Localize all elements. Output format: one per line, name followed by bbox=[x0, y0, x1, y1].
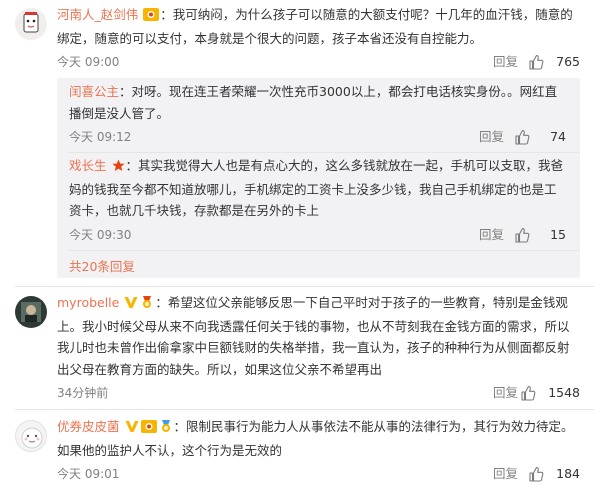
comment-time: 34分钟前 bbox=[57, 386, 109, 400]
like-button[interactable]: 15 bbox=[514, 224, 566, 246]
username-link[interactable]: 优券皮皮菌 bbox=[57, 419, 120, 434]
like-button[interactable]: 74 bbox=[514, 126, 566, 148]
avatar[interactable] bbox=[15, 296, 47, 328]
more-replies-link[interactable]: 共20条回复 bbox=[69, 256, 135, 275]
username-link[interactable]: 戏长生 bbox=[69, 158, 107, 173]
comment-meta: 今天 09:01 回复 184 bbox=[57, 463, 580, 485]
like-button[interactable]: 765 bbox=[528, 51, 580, 73]
avatar[interactable] bbox=[15, 8, 47, 40]
comment-time: 今天 09:01 bbox=[57, 467, 120, 481]
sub-reply-text: 闰喜公主：对呀。现在连王者荣耀一次性充币3000以上，都会打电话核实身份。。网红… bbox=[69, 84, 558, 121]
verified-badge-icon bbox=[143, 6, 160, 28]
reply-button[interactable]: 回复 bbox=[479, 126, 504, 148]
comment-item: 优券皮皮菌 ：限制民事行为能力人从事依法不能从事的法律行为，其行为效力待定。如果… bbox=[0, 410, 594, 492]
sub-reply-item: 戏长生 ：其实我觉得大人也是有点心大的，这么多钱就放在一起，手机可以支取，我爸妈… bbox=[69, 155, 566, 246]
fan-badge-icon bbox=[140, 418, 157, 440]
comment-meta: 今天 09:00 回复 765 bbox=[57, 51, 580, 73]
sub-reply-meta: 今天 09:30 回复 15 bbox=[69, 224, 566, 246]
avatar-photo-icon bbox=[15, 296, 47, 328]
like-count: 1548 bbox=[548, 385, 580, 400]
username-link[interactable]: 河南人_赵剑伟 bbox=[57, 7, 138, 22]
like-button[interactable]: 1548 bbox=[520, 382, 580, 404]
vip-badge-icon bbox=[125, 418, 139, 440]
sub-reply-item: 闰喜公主：对呀。现在连王者荣耀一次性充币3000以上，都会打电话核实身份。。网红… bbox=[69, 81, 566, 148]
like-count: 15 bbox=[550, 226, 566, 242]
medal-badge-icon bbox=[140, 294, 154, 316]
sub-reply-text: 戏长生 ：其实我觉得大人也是有点心大的，这么多钱就放在一起，手机可以支取，我爸妈… bbox=[69, 157, 564, 218]
avatar-face-icon bbox=[21, 427, 43, 449]
star-badge-icon bbox=[111, 157, 125, 179]
like-count: 765 bbox=[556, 54, 580, 69]
like-count: 184 bbox=[556, 466, 580, 481]
divider bbox=[69, 152, 580, 153]
username-link[interactable]: myrobelle bbox=[57, 295, 119, 310]
comment-text: 优券皮皮菌 ：限制民事行为能力人从事依法不能从事的法律行为，其行为效力待定。如果… bbox=[57, 418, 574, 458]
medal-badge-icon bbox=[159, 418, 173, 440]
thumbs-up-icon bbox=[521, 385, 536, 401]
sub-reply-time: 今天 09:12 bbox=[69, 130, 132, 144]
like-button[interactable]: 184 bbox=[528, 463, 580, 485]
reply-button[interactable]: 回复 bbox=[493, 382, 518, 404]
reply-button[interactable]: 回复 bbox=[493, 51, 518, 73]
username-link[interactable]: 闰喜公主 bbox=[69, 84, 119, 99]
thumbs-up-icon bbox=[515, 227, 530, 243]
reply-button[interactable]: 回复 bbox=[493, 463, 518, 485]
divider bbox=[15, 286, 594, 287]
reply-button[interactable]: 回复 bbox=[479, 224, 504, 246]
sub-reply-meta: 今天 09:12 回复 74 bbox=[69, 126, 566, 148]
thumbs-up-icon bbox=[529, 466, 544, 482]
thumbs-up-icon bbox=[529, 54, 544, 70]
comment-time: 今天 09:00 bbox=[57, 55, 120, 69]
comment-item: 河南人_赵剑伟 ：我可纳闷，为什么孩子可以随意的大额支付呢？十几年的血汗钱，随意… bbox=[0, 0, 594, 278]
sub-reply-time: 今天 09:30 bbox=[69, 227, 132, 242]
reply-panel: 闰喜公主：对呀。现在连王者荣耀一次性充币3000以上，都会打电话核实身份。。网红… bbox=[57, 78, 580, 278]
comment-text: myrobelle ：希望这位父亲能够反思一下自己平时对于孩子的一些教育，特别是… bbox=[57, 294, 570, 377]
vip-badge-icon bbox=[124, 294, 138, 316]
comment-meta: 34分钟前 回复 1548 bbox=[57, 382, 580, 404]
avatar[interactable] bbox=[15, 420, 47, 452]
avatar-cartoon-icon bbox=[15, 8, 47, 40]
comment-text: 河南人_赵剑伟 ：我可纳闷，为什么孩子可以随意的大额支付呢？十几年的血汗钱，随意… bbox=[57, 6, 573, 46]
like-count: 74 bbox=[550, 129, 566, 144]
thumbs-up-icon bbox=[515, 129, 530, 145]
comment-item: myrobelle ：希望这位父亲能够反思一下自己平时对于孩子的一些教育，特别是… bbox=[0, 288, 594, 408]
divider bbox=[69, 250, 580, 251]
